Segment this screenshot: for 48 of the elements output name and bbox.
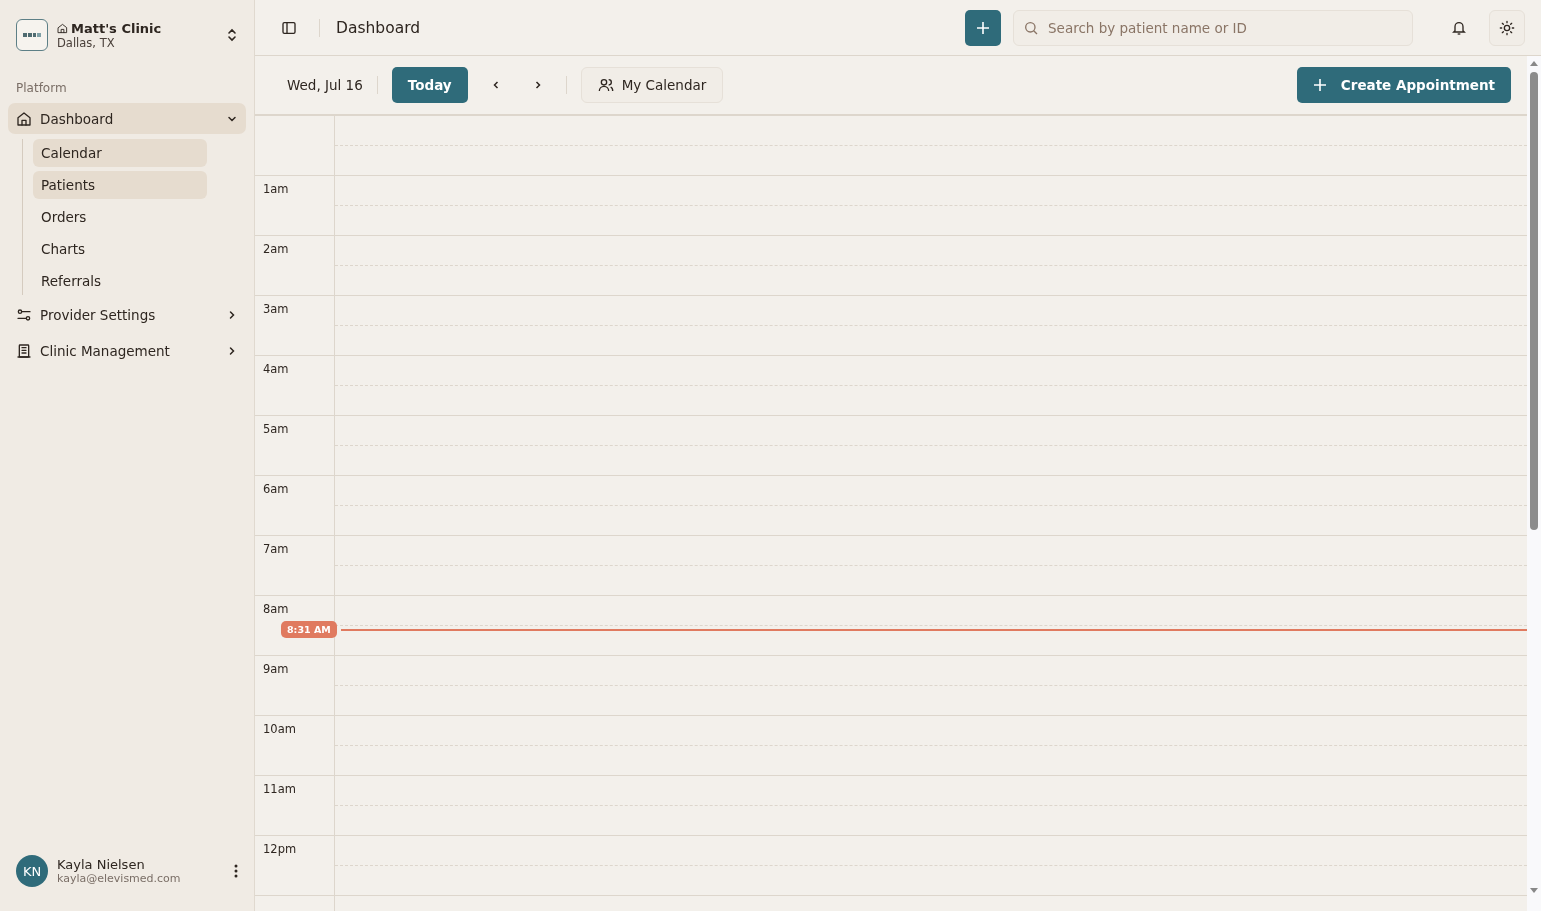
sun-icon xyxy=(1499,19,1515,36)
clinic-logo xyxy=(23,32,41,38)
building-icon xyxy=(16,342,32,359)
sliders-icon xyxy=(16,306,32,323)
add-button[interactable] xyxy=(965,9,1001,46)
home-icon xyxy=(16,110,32,127)
hour-label: 2am xyxy=(263,242,290,256)
nav-item[interactable]: Dashboard xyxy=(8,103,246,134)
nav-item[interactable]: Provider Settings xyxy=(8,299,246,330)
sidebar-icon xyxy=(281,19,297,36)
user-email: kayla@elevismed.com xyxy=(57,872,182,885)
more-icon[interactable] xyxy=(234,864,238,878)
user-name: Kayla Nielsen xyxy=(57,857,146,872)
search-field[interactable]: Search by patient name or ID xyxy=(1013,9,1413,46)
hour-label: 12pm xyxy=(263,842,298,856)
user-avatar: KN xyxy=(16,855,48,887)
nav-subitem[interactable]: Calendar xyxy=(33,139,207,167)
current-date: Wed, Jul 16 xyxy=(287,77,363,93)
chevron-up-down-icon[interactable] xyxy=(226,27,238,43)
hour-label: 5am xyxy=(263,422,290,436)
nav-subitem[interactable]: Orders xyxy=(33,203,207,231)
users-icon xyxy=(597,77,614,93)
hour-label: 9am xyxy=(263,662,290,676)
nav-item[interactable]: Clinic Management xyxy=(8,335,246,366)
clinic-location: Dallas, TX xyxy=(57,35,116,50)
hour-label: 11am xyxy=(263,782,297,796)
plus-icon xyxy=(1312,78,1327,92)
hour-label: 7am xyxy=(263,542,290,556)
hour-label: 4am xyxy=(263,362,290,376)
nav-subitem[interactable]: Charts xyxy=(33,235,207,263)
section-label: Platform xyxy=(15,81,68,95)
hour-label: 1am xyxy=(263,182,290,196)
home-icon xyxy=(57,22,68,34)
nav-subitem[interactable]: Patients xyxy=(33,171,207,199)
bell-icon xyxy=(1451,19,1467,36)
current-time-badge: 8:31 AM xyxy=(281,621,337,638)
theme-toggle-button[interactable] xyxy=(1489,9,1525,46)
create-appointment-button[interactable]: Create Appointment xyxy=(1296,67,1511,103)
hour-label: 8am xyxy=(263,602,290,616)
hour-label: 10am xyxy=(263,722,297,736)
clinic-name: Matt's Clinic xyxy=(71,20,162,36)
hour-label: 6am xyxy=(263,482,290,496)
calendar-select-button[interactable]: My Calendar xyxy=(580,67,724,103)
plus-icon xyxy=(976,20,990,35)
nav-subitem[interactable]: Referrals xyxy=(33,267,207,295)
page-title: Dashboard xyxy=(335,18,422,37)
today-button[interactable]: Today xyxy=(391,67,468,103)
hour-label: 3am xyxy=(263,302,290,316)
